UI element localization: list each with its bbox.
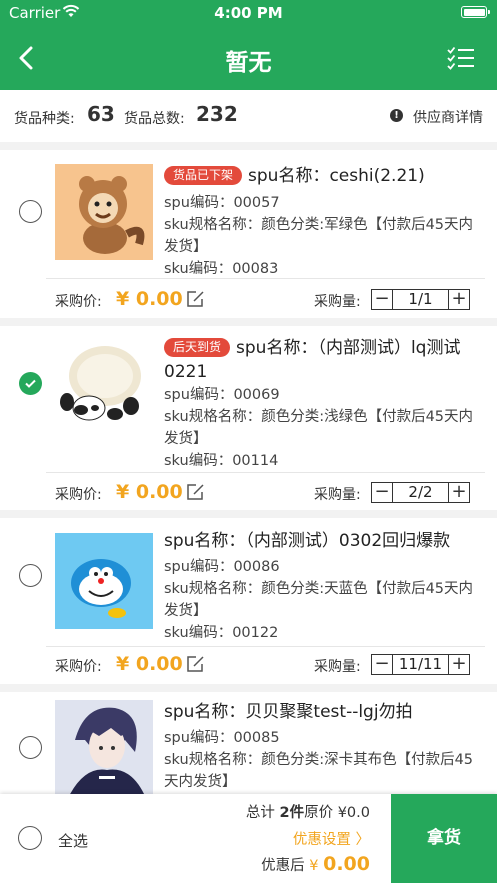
total-value: 232 bbox=[196, 102, 238, 126]
sku-spec: sku规格名称：颜色分类:军绿色【付款后45天内发货】 bbox=[164, 217, 474, 255]
increase-button[interactable]: + bbox=[448, 483, 469, 502]
sku-code: sku编码：00122 bbox=[164, 625, 279, 641]
spu-code: spu编码：00086 bbox=[164, 559, 280, 575]
sku-code: sku编码：00114 bbox=[164, 453, 279, 469]
spu-code: spu编码：00069 bbox=[164, 387, 280, 403]
product-card: 货品已下架 spu名称：ceshi(2.21) spu编码：00057 sku规格… bbox=[0, 150, 497, 318]
item-checkbox[interactable] bbox=[19, 736, 42, 759]
sku-code: sku编码：00083 bbox=[164, 261, 279, 277]
after-discount: 优惠后 ¥ 0.00 bbox=[261, 853, 370, 875]
product-name: spu名称：ceshi(2.21) bbox=[248, 166, 425, 186]
sku-spec: sku规格名称：颜色分类:天蓝色【付款后45天内发货】 bbox=[164, 581, 474, 619]
qty-label: 采购量: bbox=[314, 487, 361, 503]
qty-label: 采购量: bbox=[314, 294, 361, 310]
decrease-button[interactable]: − bbox=[372, 483, 393, 502]
clock: 4:00 PM bbox=[214, 4, 283, 22]
quantity-stepper: − 2/2 + bbox=[371, 482, 470, 503]
product-name-line: spu名称：（内部测试）0302回归爆款 bbox=[164, 529, 483, 553]
product-name-line: 货品已下架 spu名称：ceshi(2.21) bbox=[164, 164, 483, 188]
product-name: spu名称：（内部测试）0302回归爆款 bbox=[164, 531, 451, 551]
product-name: spu名称：贝贝聚聚test--lgj勿拍 bbox=[164, 702, 413, 722]
purchase-button[interactable]: 拿货 bbox=[391, 794, 497, 883]
quantity-value: 1/1 bbox=[408, 290, 433, 308]
select-all-checkbox[interactable] bbox=[18, 826, 42, 850]
product-name-line: 后天到货 spu名称：（内部测试）lq测试0221 bbox=[164, 336, 483, 384]
summary-bar: 货品种类: 63 货品总数: 232 ! 供应商详情 bbox=[0, 90, 497, 142]
product-card: 后天到货 spu名称：（内部测试）lq测试0221 spu编码：00069 sku… bbox=[0, 326, 497, 510]
quantity-stepper: − 1/1 + bbox=[371, 289, 470, 310]
divider bbox=[46, 278, 485, 279]
spu-code: spu编码：00057 bbox=[164, 195, 280, 211]
price-label: 采购价: bbox=[55, 294, 102, 310]
page-title: 暂无 bbox=[225, 50, 272, 76]
battery-icon bbox=[461, 6, 490, 18]
product-image bbox=[55, 533, 153, 629]
product-meta: spu编码：00085 sku规格名称：颜色分类:深卡其布色【付款后45天内发货… bbox=[164, 727, 485, 793]
edit-price-icon[interactable] bbox=[186, 655, 205, 673]
sku-spec: sku规格名称：颜色分类:浅绿色【付款后45天内发货】 bbox=[164, 409, 474, 447]
divider bbox=[46, 472, 485, 473]
sku-spec: sku规格名称：颜色分类:深卡其布色【付款后45天内发货】 bbox=[164, 752, 474, 790]
decrease-button[interactable]: − bbox=[372, 290, 393, 309]
status-tag: 后天到货 bbox=[164, 338, 231, 357]
product-meta: spu编码：00057 sku规格名称：颜色分类:军绿色【付款后45天内发货】 … bbox=[164, 192, 485, 280]
select-all-label[interactable]: 全选 bbox=[58, 830, 88, 851]
item-checkbox[interactable] bbox=[19, 200, 42, 223]
check-icon bbox=[25, 379, 36, 388]
qty-label: 采购量: bbox=[314, 659, 361, 675]
quantity-value: 2/2 bbox=[408, 483, 433, 501]
checkout-bar: 全选 总计 2件原价 ¥0.0 优惠设置 〉 优惠后 ¥ 0.00 拿货 bbox=[0, 794, 497, 883]
decrease-button[interactable]: − bbox=[372, 655, 393, 674]
increase-button[interactable]: + bbox=[448, 655, 469, 674]
supplier-detail-link[interactable]: 供应商详情 bbox=[413, 107, 483, 127]
divider bbox=[46, 646, 485, 647]
quantity-value: 11/11 bbox=[398, 655, 443, 673]
nav-bar: 暂无 bbox=[0, 26, 497, 90]
price-value: ¥ 0.00 bbox=[116, 288, 183, 310]
product-image bbox=[55, 700, 153, 794]
price-label: 采购价: bbox=[55, 487, 102, 503]
total-label: 货品总数: bbox=[124, 111, 185, 127]
info-icon[interactable]: ! bbox=[390, 109, 403, 122]
item-checkbox[interactable] bbox=[19, 564, 42, 587]
item-checkbox[interactable] bbox=[19, 372, 42, 395]
total-summary: 总计 2件原价 ¥0.0 bbox=[245, 805, 370, 821]
product-image bbox=[55, 336, 153, 432]
edit-price-icon[interactable] bbox=[186, 483, 205, 501]
product-card: spu名称：（内部测试）0302回归爆款 spu编码：00086 sku规格名称… bbox=[0, 518, 497, 684]
quantity-stepper: − 11/11 + bbox=[371, 654, 470, 675]
price-label: 采购价: bbox=[55, 659, 102, 675]
product-meta: spu编码：00086 sku规格名称：颜色分类:天蓝色【付款后45天内发货】 … bbox=[164, 556, 485, 644]
price-value: ¥ 0.00 bbox=[116, 653, 183, 675]
spu-code: spu编码：00085 bbox=[164, 730, 280, 746]
product-card: spu名称：贝贝聚聚test--lgj勿拍 spu编码：00085 sku规格名… bbox=[0, 692, 497, 794]
product-name-line: spu名称：贝贝聚聚test--lgj勿拍 bbox=[164, 700, 483, 724]
status-bar: Carrier 4:00 PM bbox=[0, 0, 497, 26]
discount-settings-link[interactable]: 优惠设置 〉 bbox=[293, 828, 370, 849]
increase-button[interactable]: + bbox=[448, 290, 469, 309]
edit-price-icon[interactable] bbox=[186, 290, 205, 308]
after-discount-amount: 0.00 bbox=[323, 853, 370, 875]
product-image bbox=[55, 164, 153, 260]
product-meta: spu编码：00069 sku规格名称：颜色分类:浅绿色【付款后45天内发货】 … bbox=[164, 384, 485, 472]
status-tag: 货品已下架 bbox=[164, 166, 243, 185]
checklist-icon[interactable] bbox=[447, 46, 475, 70]
kinds-label: 货品种类: bbox=[14, 111, 75, 127]
price-value: ¥ 0.00 bbox=[116, 481, 183, 503]
kinds-value: 63 bbox=[87, 102, 115, 126]
